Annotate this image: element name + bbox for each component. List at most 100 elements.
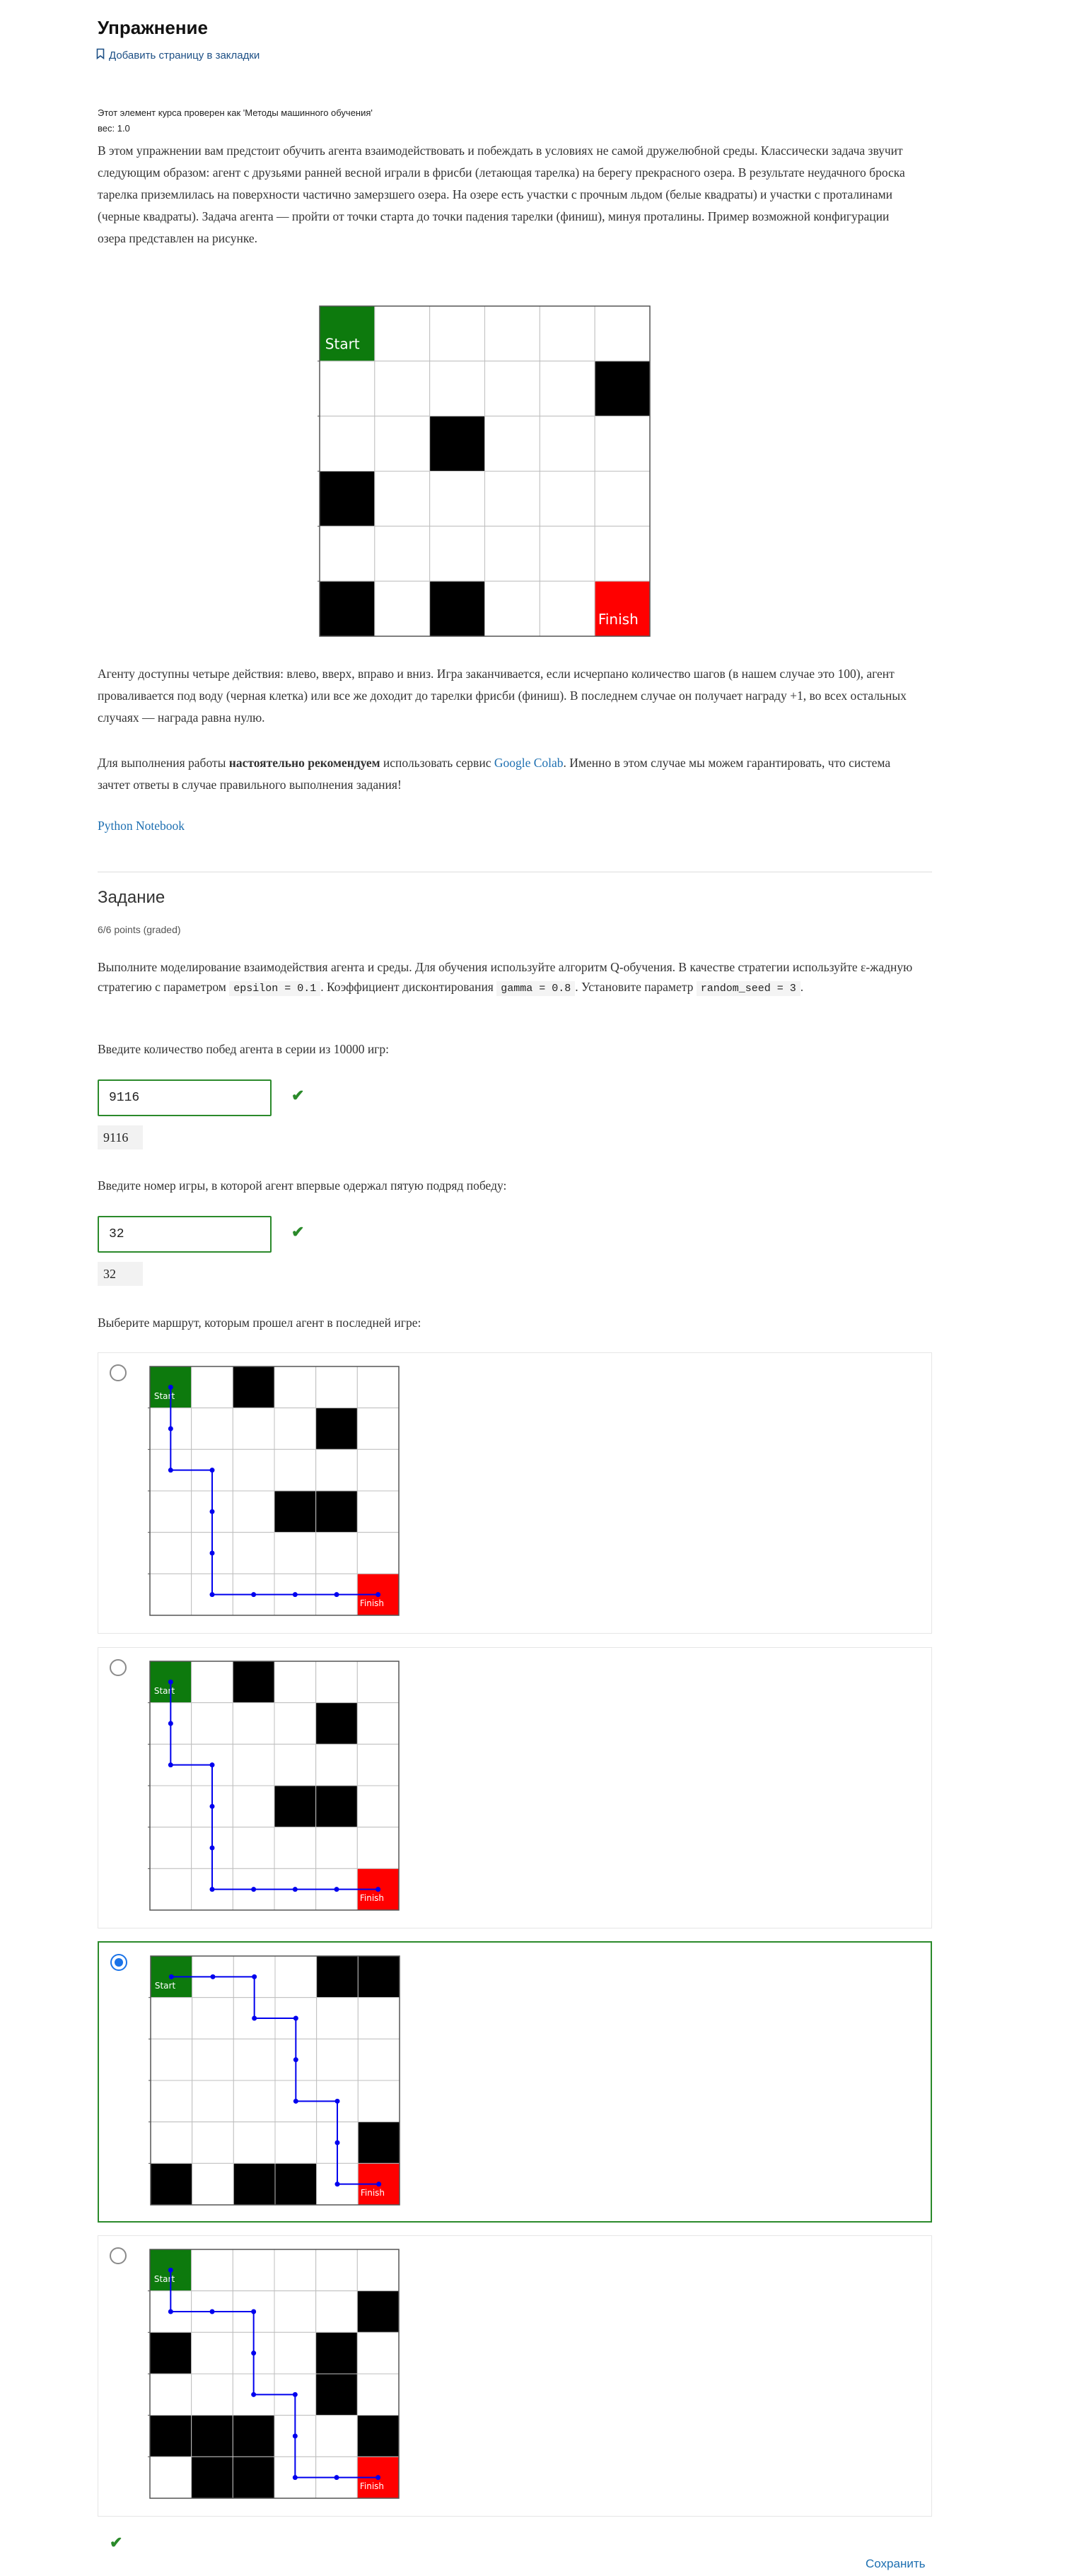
ice-cell <box>232 1490 275 1533</box>
finish-label: Finish <box>360 1893 384 1903</box>
ice-cell <box>191 1661 233 1704</box>
ice-cell <box>429 361 486 417</box>
route-option-radio[interactable] <box>110 2247 127 2264</box>
intro-paragraph: В этом упражнении вам предстоит обучить … <box>98 144 905 245</box>
ice-cell <box>191 1702 233 1745</box>
ice-cell <box>374 305 431 362</box>
route-point <box>168 1721 173 1726</box>
ice-cell <box>274 2121 318 2164</box>
gamma-code: gamma = 0.8 <box>496 981 576 996</box>
ice-cell <box>192 2121 234 2164</box>
ice-cell <box>274 1827 317 1869</box>
game-number-input[interactable] <box>98 1216 272 1253</box>
route-point <box>334 2098 340 2104</box>
route-point <box>292 1887 298 1892</box>
lake-grid-figure: Start Finish <box>318 305 651 637</box>
hole-cell <box>150 2162 193 2206</box>
ice-cell <box>484 305 540 362</box>
wins-count-input[interactable] <box>98 1079 272 1116</box>
ice-cell <box>539 525 595 582</box>
hole-cell <box>357 1955 400 1998</box>
start-label: Start <box>154 1391 175 1401</box>
task-desc-text: . <box>800 980 804 994</box>
route-point <box>168 1384 173 1390</box>
ice-cell <box>356 1785 400 1828</box>
ice-cell <box>192 2162 234 2206</box>
bookmark-label: Добавить страницу в закладки <box>109 49 260 62</box>
save-button[interactable]: Сохранить <box>866 2557 925 2571</box>
correct-check-icon: ✔ <box>291 1087 305 1104</box>
ice-cell <box>316 1997 359 2039</box>
ice-cell <box>594 416 651 472</box>
checked-as-note: Этот элемент курса проверен как 'Методы … <box>98 107 373 118</box>
hole-cell <box>274 1490 317 1533</box>
route-point <box>168 2267 173 2273</box>
start-label: Start <box>325 336 360 353</box>
ice-cell <box>149 1868 192 1911</box>
route-point <box>251 1592 257 1598</box>
route-point <box>251 2350 257 2356</box>
route-point <box>168 1762 173 1768</box>
colab-text-before: Для выполнения работы <box>98 756 229 770</box>
ice-cell <box>374 416 431 472</box>
ice-cell <box>539 580 595 637</box>
route-option-radio[interactable] <box>110 1659 127 1676</box>
route-point <box>210 1974 216 1979</box>
ice-cell <box>149 2373 192 2416</box>
route-point <box>209 2309 215 2314</box>
route-point <box>334 1887 339 1892</box>
ice-cell <box>232 1743 275 1786</box>
ice-cell <box>539 361 595 417</box>
route-point <box>209 1762 215 1768</box>
ice-cell <box>429 525 486 582</box>
ice-cell <box>315 1366 358 1409</box>
hole-cell <box>319 471 376 527</box>
finish-cell <box>594 580 651 637</box>
hole-cell <box>232 1366 275 1409</box>
route-option-2[interactable]: Start Finish <box>98 1647 932 1928</box>
ice-cell <box>233 2121 276 2164</box>
ice-cell <box>356 1490 400 1533</box>
route-option-3[interactable]: Start Finish <box>98 1941 932 2223</box>
route-grid-figure: Start Finish <box>148 2249 400 2499</box>
route-point <box>168 1468 173 1473</box>
ice-cell <box>232 1785 275 1828</box>
ice-cell <box>274 1702 317 1745</box>
ice-cell <box>315 2415 358 2457</box>
ice-cell <box>232 2249 275 2292</box>
ice-cell <box>594 525 651 582</box>
python-notebook-link[interactable]: Python Notebook <box>98 819 185 833</box>
ice-cell <box>192 1997 234 2039</box>
question-2-label: Введите номер игры, в которой агент впер… <box>98 1178 507 1193</box>
ice-cell <box>232 1407 275 1450</box>
ice-cell <box>356 2331 400 2375</box>
hole-cell <box>232 2415 275 2457</box>
correct-check-icon: ✔ <box>110 2534 123 2551</box>
epsilon-code: epsilon = 0.1 <box>229 981 321 996</box>
route-point <box>251 2391 257 2397</box>
route-point <box>376 2475 381 2481</box>
ice-cell <box>232 1827 275 1869</box>
hole-cell <box>429 416 486 472</box>
google-colab-link[interactable]: Google Colab <box>494 756 564 770</box>
route-option-4[interactable]: Start Finish <box>98 2235 932 2517</box>
answer-echo: 32 <box>98 1262 143 1286</box>
ice-cell <box>319 361 376 417</box>
route-point <box>292 2475 298 2481</box>
hole-cell <box>149 2415 192 2457</box>
route-option-1[interactable]: Start Finish <box>98 1352 932 1634</box>
hole-cell <box>594 361 651 417</box>
ice-cell <box>539 305 595 362</box>
hole-cell <box>319 580 376 637</box>
route-point <box>334 1592 339 1598</box>
actions-paragraph: Агенту доступны четыре действия: влево, … <box>98 667 907 725</box>
hole-cell <box>191 2456 233 2499</box>
ice-cell <box>274 1661 317 1704</box>
route-option-radio[interactable] <box>110 1954 127 1971</box>
route-point <box>292 1592 298 1598</box>
ice-cell <box>150 2080 193 2123</box>
route-option-radio[interactable] <box>110 1364 127 1381</box>
ice-cell <box>356 1743 400 1786</box>
ice-cell <box>357 2038 400 2081</box>
bookmark-link[interactable]: Добавить страницу в закладки <box>96 48 260 62</box>
